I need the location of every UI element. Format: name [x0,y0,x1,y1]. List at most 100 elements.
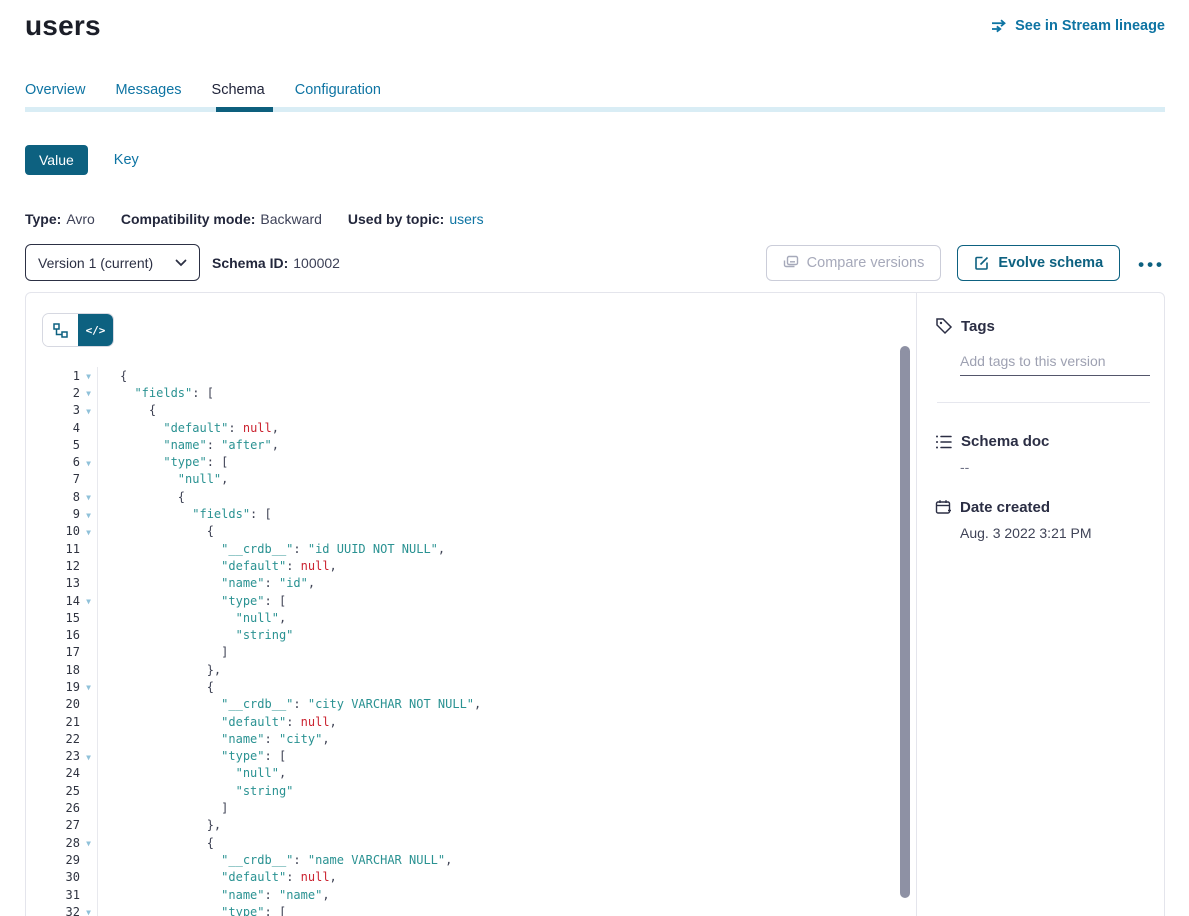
code-text: "type": [ [97,594,286,608]
tab-schema[interactable]: Schema [212,82,265,107]
fold-spacer [80,669,97,671]
line-number: 19 [42,680,80,694]
line-number: 11 [42,542,80,556]
fold-spacer [80,790,97,792]
tab-bar: Overview Messages Schema Configuration [25,82,1165,112]
fold-toggle-icon[interactable]: ▼ [80,387,97,398]
code-view-button[interactable]: </> [78,314,113,346]
line-number: 10 [42,524,80,538]
tab-overview[interactable]: Overview [25,82,85,107]
code-line: 26 ] [42,799,916,816]
line-number: 28 [42,836,80,850]
code-line: 31 "name": "name", [42,886,916,903]
compare-versions-button[interactable]: Compare versions [766,245,942,281]
code-line: 32▼ "type": [ [42,903,916,916]
compatibility-field: Compatibility mode:Backward [121,211,322,227]
code-line: 20 "__crdb__": "city VARCHAR NOT NULL", [42,696,916,713]
see-in-stream-lineage-link[interactable]: See in Stream lineage [991,18,1165,34]
fold-toggle-icon[interactable]: ▼ [80,751,97,762]
code-text: }, [97,818,221,832]
gutter-divider [97,367,98,916]
schema-id-field: Schema ID:100002 [212,255,340,271]
date-created-section: Date created Aug. 3 2022 3:21 PM [935,499,1150,541]
line-number: 31 [42,888,80,902]
fold-spacer [80,738,97,740]
fold-toggle-icon[interactable]: ▼ [80,595,97,606]
line-number: 32 [42,905,80,916]
code-text: "__crdb__": "name VARCHAR NULL", [97,853,452,867]
fold-toggle-icon[interactable]: ▼ [80,526,97,537]
line-number: 12 [42,559,80,573]
line-number: 29 [42,853,80,867]
line-number: 16 [42,628,80,642]
code-line: 30 "default": null, [42,869,916,886]
line-number: 21 [42,715,80,729]
code-text: { [97,680,214,694]
line-number: 7 [42,472,80,486]
edit-icon [974,255,990,271]
value-toggle-button[interactable]: Value [25,145,88,175]
fold-spacer [80,859,97,861]
version-toolbar: Version 1 (current) Schema ID:100002 Com… [25,244,1165,281]
stream-lineage-icon [991,19,1008,33]
line-number: 22 [42,732,80,746]
fold-toggle-icon[interactable]: ▼ [80,370,97,381]
schema-page: users See in Stream lineage Overview Mes… [0,0,1189,916]
code-editor[interactable]: 1▼{2▼ "fields": [3▼ {4 "default": null,5… [42,367,916,916]
schema-sidebar: Tags Schema doc [916,293,1164,916]
code-text: ] [97,645,228,659]
fold-spacer [80,617,97,619]
code-line: 8▼ { [42,488,916,505]
code-text: "name": "after", [97,438,279,452]
code-line: 28▼ { [42,834,916,851]
tab-underline-track [25,107,1165,112]
evolve-schema-button[interactable]: Evolve schema [957,245,1120,281]
tree-view-button[interactable] [43,314,78,346]
copy-versions-icon [783,255,799,271]
more-options-button[interactable]: ••• [1136,252,1165,273]
version-select[interactable]: Version 1 (current) [25,244,200,281]
tab-configuration[interactable]: Configuration [295,82,381,107]
code-text: "null", [97,472,228,486]
schema-editor: </> 1▼{2▼ "fields": [3▼ {4 "default": nu… [26,293,916,916]
code-line: 15 "null", [42,609,916,626]
line-number: 13 [42,576,80,590]
line-number: 1 [42,369,80,383]
code-line: 7 "null", [42,471,916,488]
tab-messages[interactable]: Messages [115,82,181,107]
line-number: 27 [42,818,80,832]
editor-scrollbar[interactable] [900,346,910,898]
fold-spacer [80,824,97,826]
fold-toggle-icon[interactable]: ▼ [80,457,97,468]
list-icon [935,434,953,450]
code-line: 6▼ "type": [ [42,453,916,470]
add-tags-input[interactable] [960,351,1150,376]
line-number: 4 [42,421,80,435]
line-number: 8 [42,490,80,504]
fold-toggle-icon[interactable]: ▼ [80,837,97,848]
tags-section: Tags [935,317,1150,403]
fold-spacer [80,548,97,550]
code-line: 3▼ { [42,402,916,419]
line-number: 18 [42,663,80,677]
code-text: "default": null, [97,715,337,729]
key-toggle-button[interactable]: Key [114,152,139,168]
topic-link[interactable]: users [449,211,483,227]
page-header: users See in Stream lineage [25,0,1165,42]
fold-toggle-icon[interactable]: ▼ [80,509,97,520]
code-text: "type": [ [97,905,286,916]
code-text: { [97,836,214,850]
fold-spacer [80,582,97,584]
fold-toggle-icon[interactable]: ▼ [80,491,97,502]
fold-toggle-icon[interactable]: ▼ [80,405,97,416]
fold-toggle-icon[interactable]: ▼ [80,906,97,916]
code-text: "default": null, [97,421,279,435]
fold-spacer [80,703,97,705]
line-number: 30 [42,870,80,884]
code-line: 12 "default": null, [42,557,916,574]
code-text: { [97,490,185,504]
line-number: 20 [42,697,80,711]
code-text: "type": [ [97,749,286,763]
fold-toggle-icon[interactable]: ▼ [80,681,97,692]
code-text: "name": "city", [97,732,330,746]
